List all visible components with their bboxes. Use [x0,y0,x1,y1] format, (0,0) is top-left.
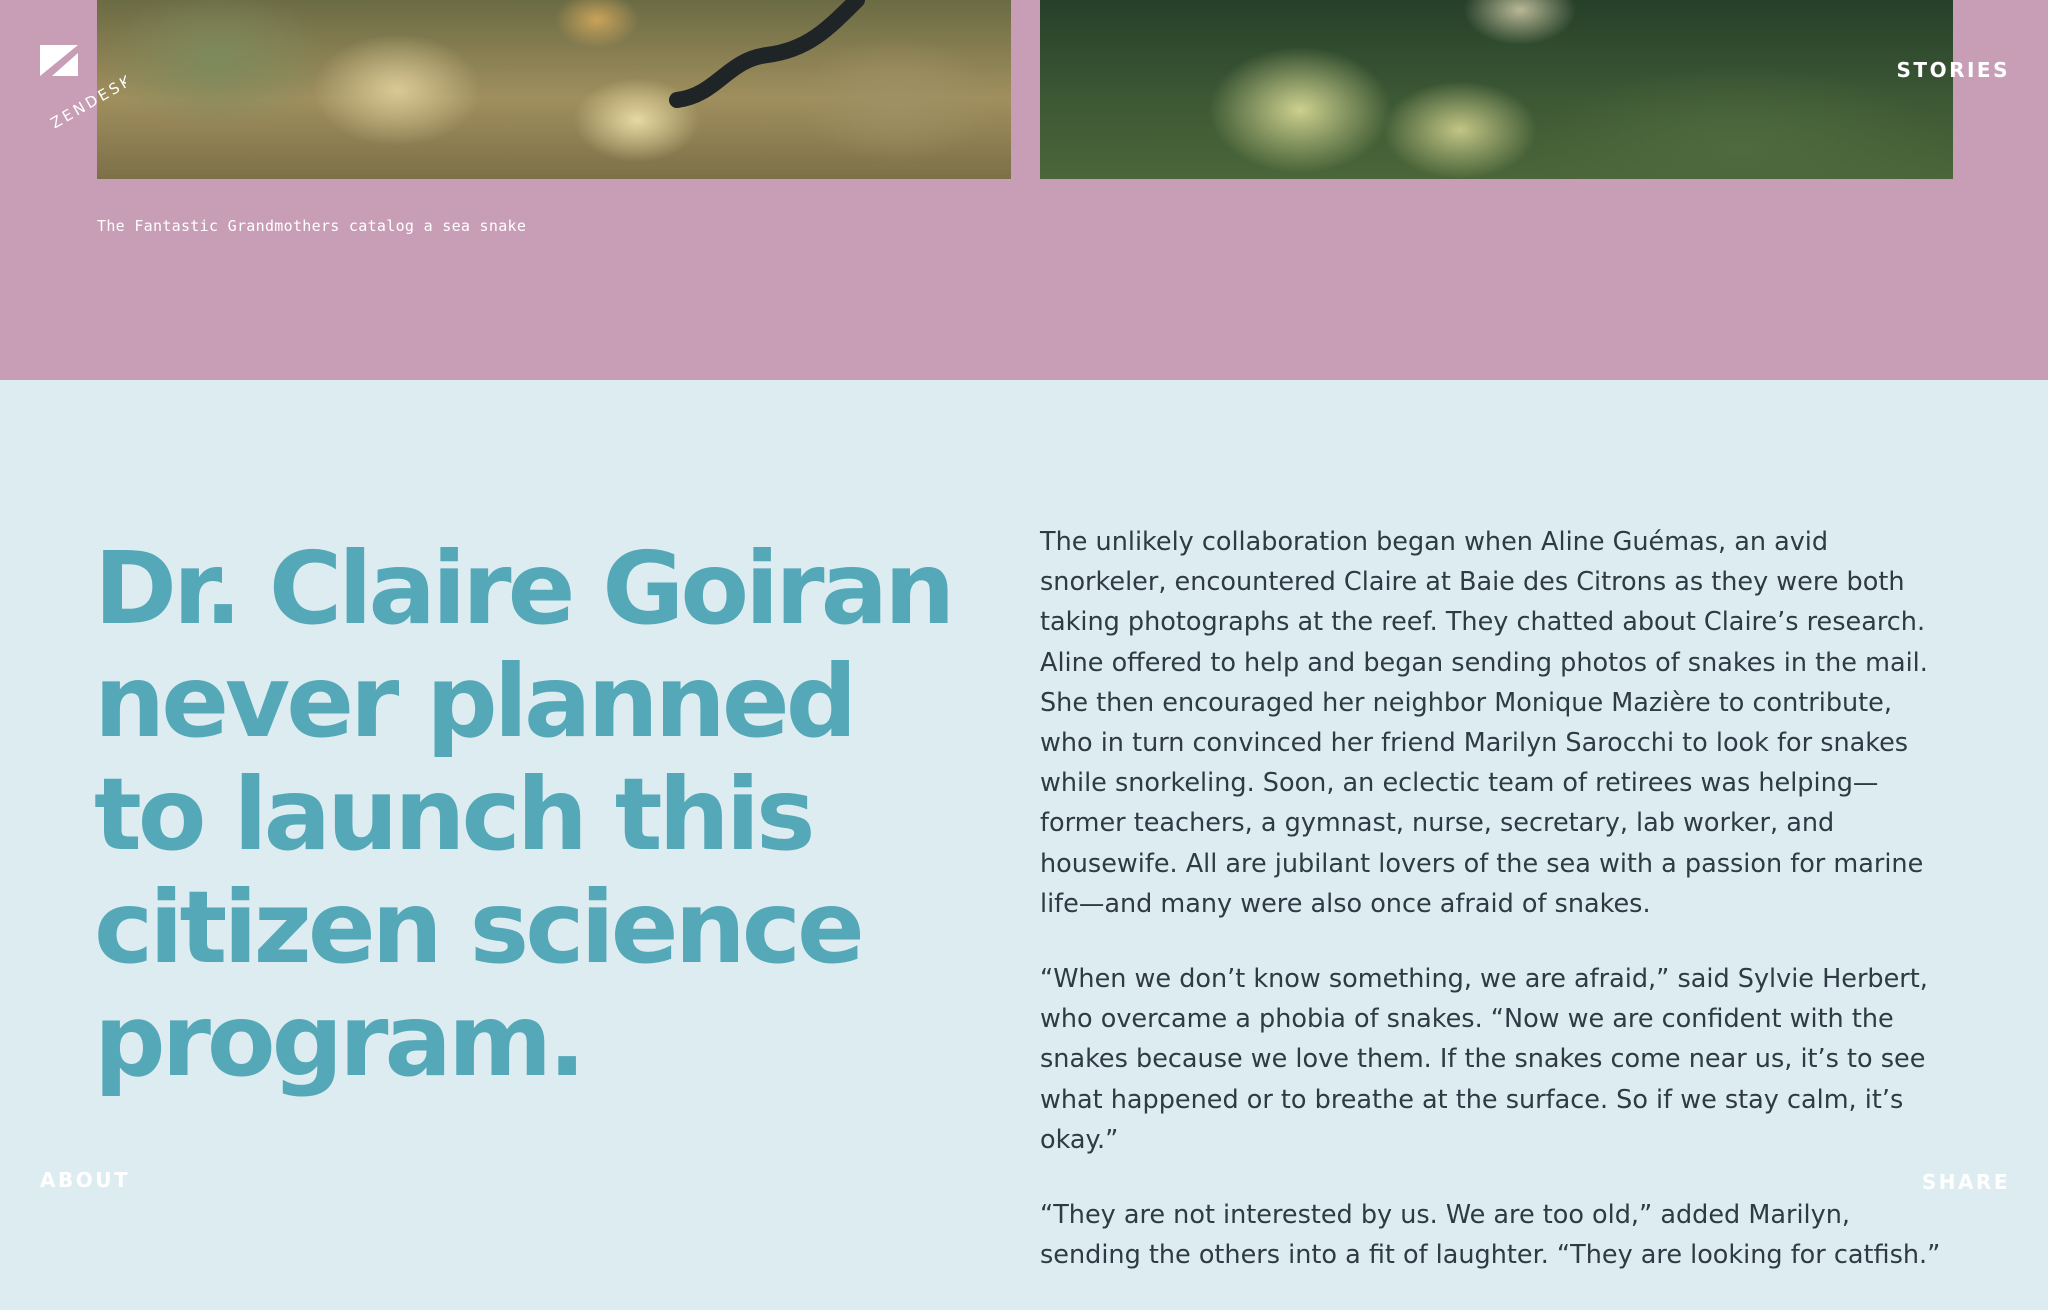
zendesk-logo-icon: ZENDESK [40,45,137,132]
share-button[interactable]: SHARE [1922,1170,2010,1194]
nav-stories-link[interactable]: STORIES [1897,58,2010,82]
sea-snake-shape [669,0,865,108]
article-headline: Dr. Claire Goiran never planned to launc… [94,530,955,1099]
zendesk-logo[interactable]: ZENDESK [36,38,137,132]
article-body: The unlikely collaboration began when Al… [1040,522,1950,1310]
photo-caption: The Fantastic Grandmothers catalog a sea… [97,217,527,235]
nav-about-link[interactable]: ABOUT [40,1168,130,1192]
article-paragraph: “When we don’t know something, we are af… [1040,964,1928,1155]
hero-gallery-band: The Fantastic Grandmothers catalog a sea… [0,0,2048,380]
sea-snake-reef-photo[interactable] [97,0,1011,179]
article-paragraph: “They are not interested by us. We are t… [1040,1200,1941,1271]
zendesk-logo-text: ZENDESK [48,71,126,128]
article-paragraph: The unlikely collaboration began when Al… [1040,527,1928,919]
coral-reef-photo[interactable] [1040,0,1953,179]
